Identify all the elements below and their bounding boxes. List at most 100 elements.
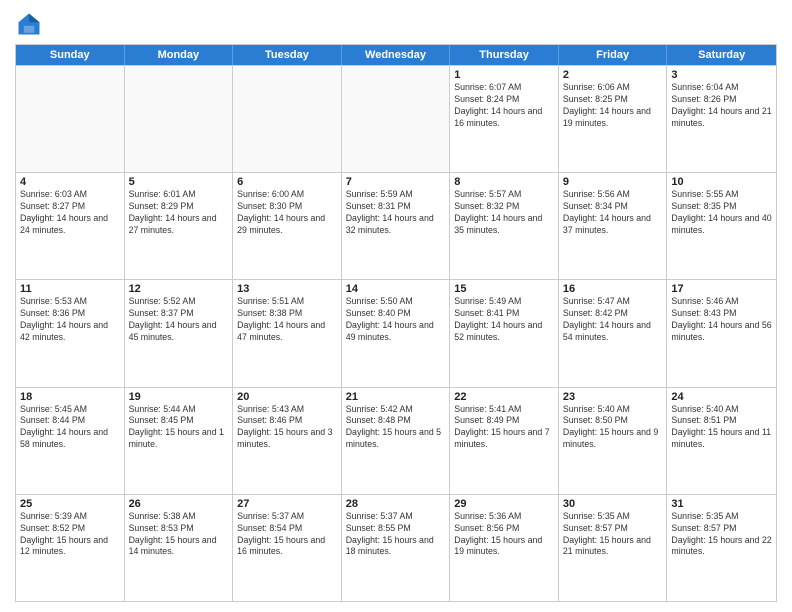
calendar-cell-22: 22Sunrise: 5:41 AMSunset: 8:49 PMDayligh… xyxy=(450,388,559,494)
day-number: 10 xyxy=(671,176,772,188)
calendar-cell-empty-2 xyxy=(233,66,342,172)
header xyxy=(15,10,777,38)
calendar-cell-3: 3Sunrise: 6:04 AMSunset: 8:26 PMDaylight… xyxy=(667,66,776,172)
calendar-cell-empty-3 xyxy=(342,66,451,172)
day-number: 14 xyxy=(346,283,446,295)
calendar-row-1: 4Sunrise: 6:03 AMSunset: 8:27 PMDaylight… xyxy=(16,172,776,279)
logo-icon xyxy=(15,10,43,38)
calendar: SundayMondayTuesdayWednesdayThursdayFrid… xyxy=(15,44,777,602)
day-number: 24 xyxy=(671,391,772,403)
day-number: 22 xyxy=(454,391,554,403)
day-info: Sunrise: 6:00 AMSunset: 8:30 PMDaylight:… xyxy=(237,189,337,237)
header-day-friday: Friday xyxy=(559,45,668,65)
day-number: 2 xyxy=(563,69,663,81)
day-info: Sunrise: 5:57 AMSunset: 8:32 PMDaylight:… xyxy=(454,189,554,237)
day-number: 28 xyxy=(346,498,446,510)
calendar-cell-23: 23Sunrise: 5:40 AMSunset: 8:50 PMDayligh… xyxy=(559,388,668,494)
day-number: 30 xyxy=(563,498,663,510)
day-number: 21 xyxy=(346,391,446,403)
day-info: Sunrise: 5:55 AMSunset: 8:35 PMDaylight:… xyxy=(671,189,772,237)
calendar-cell-24: 24Sunrise: 5:40 AMSunset: 8:51 PMDayligh… xyxy=(667,388,776,494)
day-info: Sunrise: 5:35 AMSunset: 8:57 PMDaylight:… xyxy=(563,511,663,559)
calendar-cell-8: 8Sunrise: 5:57 AMSunset: 8:32 PMDaylight… xyxy=(450,173,559,279)
day-info: Sunrise: 6:03 AMSunset: 8:27 PMDaylight:… xyxy=(20,189,120,237)
day-info: Sunrise: 6:07 AMSunset: 8:24 PMDaylight:… xyxy=(454,82,554,130)
calendar-cell-10: 10Sunrise: 5:55 AMSunset: 8:35 PMDayligh… xyxy=(667,173,776,279)
calendar-row-3: 18Sunrise: 5:45 AMSunset: 8:44 PMDayligh… xyxy=(16,387,776,494)
day-number: 5 xyxy=(129,176,229,188)
day-number: 3 xyxy=(671,69,772,81)
day-number: 20 xyxy=(237,391,337,403)
day-info: Sunrise: 5:40 AMSunset: 8:51 PMDaylight:… xyxy=(671,404,772,452)
day-number: 9 xyxy=(563,176,663,188)
header-day-tuesday: Tuesday xyxy=(233,45,342,65)
day-number: 4 xyxy=(20,176,120,188)
day-number: 16 xyxy=(563,283,663,295)
day-info: Sunrise: 5:37 AMSunset: 8:54 PMDaylight:… xyxy=(237,511,337,559)
calendar-cell-empty-0 xyxy=(16,66,125,172)
calendar-cell-17: 17Sunrise: 5:46 AMSunset: 8:43 PMDayligh… xyxy=(667,280,776,386)
day-number: 7 xyxy=(346,176,446,188)
day-info: Sunrise: 5:53 AMSunset: 8:36 PMDaylight:… xyxy=(20,296,120,344)
day-info: Sunrise: 5:51 AMSunset: 8:38 PMDaylight:… xyxy=(237,296,337,344)
day-number: 25 xyxy=(20,498,120,510)
calendar-cell-7: 7Sunrise: 5:59 AMSunset: 8:31 PMDaylight… xyxy=(342,173,451,279)
calendar-cell-4: 4Sunrise: 6:03 AMSunset: 8:27 PMDaylight… xyxy=(16,173,125,279)
day-number: 27 xyxy=(237,498,337,510)
calendar-cell-26: 26Sunrise: 5:38 AMSunset: 8:53 PMDayligh… xyxy=(125,495,234,601)
calendar-cell-9: 9Sunrise: 5:56 AMSunset: 8:34 PMDaylight… xyxy=(559,173,668,279)
day-info: Sunrise: 5:42 AMSunset: 8:48 PMDaylight:… xyxy=(346,404,446,452)
calendar-cell-27: 27Sunrise: 5:37 AMSunset: 8:54 PMDayligh… xyxy=(233,495,342,601)
day-number: 31 xyxy=(671,498,772,510)
day-info: Sunrise: 5:50 AMSunset: 8:40 PMDaylight:… xyxy=(346,296,446,344)
calendar-row-2: 11Sunrise: 5:53 AMSunset: 8:36 PMDayligh… xyxy=(16,279,776,386)
day-number: 13 xyxy=(237,283,337,295)
header-day-sunday: Sunday xyxy=(16,45,125,65)
day-info: Sunrise: 6:01 AMSunset: 8:29 PMDaylight:… xyxy=(129,189,229,237)
calendar-header: SundayMondayTuesdayWednesdayThursdayFrid… xyxy=(16,45,776,65)
calendar-cell-13: 13Sunrise: 5:51 AMSunset: 8:38 PMDayligh… xyxy=(233,280,342,386)
day-info: Sunrise: 5:38 AMSunset: 8:53 PMDaylight:… xyxy=(129,511,229,559)
day-number: 6 xyxy=(237,176,337,188)
day-info: Sunrise: 5:39 AMSunset: 8:52 PMDaylight:… xyxy=(20,511,120,559)
day-info: Sunrise: 5:36 AMSunset: 8:56 PMDaylight:… xyxy=(454,511,554,559)
header-day-thursday: Thursday xyxy=(450,45,559,65)
calendar-cell-11: 11Sunrise: 5:53 AMSunset: 8:36 PMDayligh… xyxy=(16,280,125,386)
calendar-row-0: 1Sunrise: 6:07 AMSunset: 8:24 PMDaylight… xyxy=(16,65,776,172)
day-info: Sunrise: 5:35 AMSunset: 8:57 PMDaylight:… xyxy=(671,511,772,559)
day-info: Sunrise: 5:59 AMSunset: 8:31 PMDaylight:… xyxy=(346,189,446,237)
day-number: 11 xyxy=(20,283,120,295)
day-number: 26 xyxy=(129,498,229,510)
day-info: Sunrise: 6:04 AMSunset: 8:26 PMDaylight:… xyxy=(671,82,772,130)
day-number: 29 xyxy=(454,498,554,510)
calendar-cell-21: 21Sunrise: 5:42 AMSunset: 8:48 PMDayligh… xyxy=(342,388,451,494)
day-info: Sunrise: 5:40 AMSunset: 8:50 PMDaylight:… xyxy=(563,404,663,452)
day-number: 15 xyxy=(454,283,554,295)
calendar-cell-19: 19Sunrise: 5:44 AMSunset: 8:45 PMDayligh… xyxy=(125,388,234,494)
calendar-cell-16: 16Sunrise: 5:47 AMSunset: 8:42 PMDayligh… xyxy=(559,280,668,386)
header-day-saturday: Saturday xyxy=(667,45,776,65)
day-number: 23 xyxy=(563,391,663,403)
calendar-cell-25: 25Sunrise: 5:39 AMSunset: 8:52 PMDayligh… xyxy=(16,495,125,601)
day-info: Sunrise: 5:43 AMSunset: 8:46 PMDaylight:… xyxy=(237,404,337,452)
calendar-cell-15: 15Sunrise: 5:49 AMSunset: 8:41 PMDayligh… xyxy=(450,280,559,386)
day-info: Sunrise: 5:47 AMSunset: 8:42 PMDaylight:… xyxy=(563,296,663,344)
calendar-cell-6: 6Sunrise: 6:00 AMSunset: 8:30 PMDaylight… xyxy=(233,173,342,279)
calendar-cell-1: 1Sunrise: 6:07 AMSunset: 8:24 PMDaylight… xyxy=(450,66,559,172)
day-info: Sunrise: 5:37 AMSunset: 8:55 PMDaylight:… xyxy=(346,511,446,559)
calendar-cell-12: 12Sunrise: 5:52 AMSunset: 8:37 PMDayligh… xyxy=(125,280,234,386)
day-info: Sunrise: 5:45 AMSunset: 8:44 PMDaylight:… xyxy=(20,404,120,452)
day-number: 19 xyxy=(129,391,229,403)
calendar-cell-29: 29Sunrise: 5:36 AMSunset: 8:56 PMDayligh… xyxy=(450,495,559,601)
day-number: 8 xyxy=(454,176,554,188)
calendar-cell-14: 14Sunrise: 5:50 AMSunset: 8:40 PMDayligh… xyxy=(342,280,451,386)
calendar-cell-28: 28Sunrise: 5:37 AMSunset: 8:55 PMDayligh… xyxy=(342,495,451,601)
day-number: 17 xyxy=(671,283,772,295)
calendar-cell-30: 30Sunrise: 5:35 AMSunset: 8:57 PMDayligh… xyxy=(559,495,668,601)
page: SundayMondayTuesdayWednesdayThursdayFrid… xyxy=(0,0,792,612)
day-number: 18 xyxy=(20,391,120,403)
header-day-wednesday: Wednesday xyxy=(342,45,451,65)
calendar-cell-20: 20Sunrise: 5:43 AMSunset: 8:46 PMDayligh… xyxy=(233,388,342,494)
day-info: Sunrise: 5:56 AMSunset: 8:34 PMDaylight:… xyxy=(563,189,663,237)
day-info: Sunrise: 5:46 AMSunset: 8:43 PMDaylight:… xyxy=(671,296,772,344)
